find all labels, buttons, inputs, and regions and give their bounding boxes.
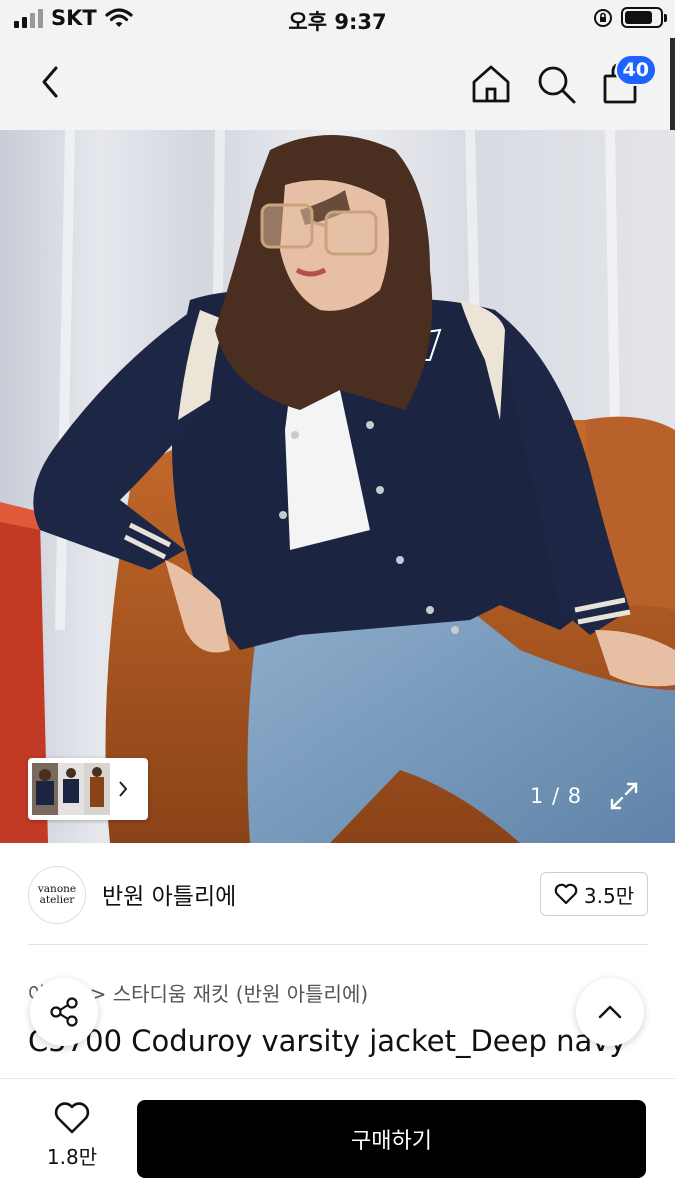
buy-button[interactable]: 구매하기 bbox=[137, 1100, 646, 1178]
store-like-button[interactable]: 3.5만 bbox=[540, 872, 648, 916]
store-logo[interactable]: vanone atelier bbox=[28, 866, 86, 924]
home-icon[interactable] bbox=[469, 62, 513, 106]
wish-count: 1.8만 bbox=[46, 1145, 98, 1169]
product-photo bbox=[0, 130, 675, 843]
back-chevron-icon[interactable] bbox=[30, 60, 74, 104]
status-time: 오후 9:37 bbox=[288, 10, 387, 34]
status-bar: SKT 오후 9:37 bbox=[0, 0, 675, 38]
image-page-counter: 1 / 8 bbox=[530, 784, 583, 808]
thumbnail-2[interactable] bbox=[58, 763, 84, 815]
store-name[interactable]: 반원 아틀리에 bbox=[102, 877, 236, 911]
bottom-action-bar: 1.8만 구매하기 bbox=[0, 1078, 675, 1200]
share-button[interactable] bbox=[30, 978, 98, 1046]
status-right bbox=[593, 7, 667, 28]
divider bbox=[28, 944, 648, 945]
expand-icon[interactable] bbox=[608, 780, 640, 812]
cart-count-badge: 40 bbox=[614, 54, 657, 86]
chevron-up-icon bbox=[598, 1005, 622, 1019]
thumbnail-1[interactable] bbox=[32, 763, 58, 815]
chevron-right-icon[interactable] bbox=[116, 779, 130, 799]
scroll-to-top-button[interactable] bbox=[576, 978, 644, 1046]
search-icon[interactable] bbox=[534, 62, 578, 106]
nav-bar: 40 bbox=[0, 38, 675, 130]
product-image-gallery[interactable]: 1 / 8 bbox=[0, 130, 675, 843]
orientation-lock-icon bbox=[594, 8, 612, 27]
store-like-count: 3.5만 bbox=[583, 883, 635, 908]
heart-icon bbox=[554, 883, 578, 905]
scroll-indicator bbox=[670, 38, 675, 130]
battery-icon bbox=[621, 7, 667, 28]
share-icon bbox=[50, 997, 78, 1027]
thumbnail-strip[interactable] bbox=[28, 758, 148, 820]
wish-button[interactable]: 1.8만 bbox=[36, 1101, 108, 1170]
breadcrumb-current[interactable]: 스타디움 재킷 (반원 아틀리에) bbox=[113, 982, 368, 1006]
product-title: C5700 Coduroy varsity jacket_Deep navy bbox=[28, 1024, 627, 1058]
heart-icon bbox=[54, 1102, 90, 1134]
thumbnail-3[interactable] bbox=[84, 763, 110, 815]
store-logo-line2: atelier bbox=[39, 894, 75, 906]
store-row: vanone atelier 반원 아틀리에 3.5만 bbox=[28, 862, 648, 930]
